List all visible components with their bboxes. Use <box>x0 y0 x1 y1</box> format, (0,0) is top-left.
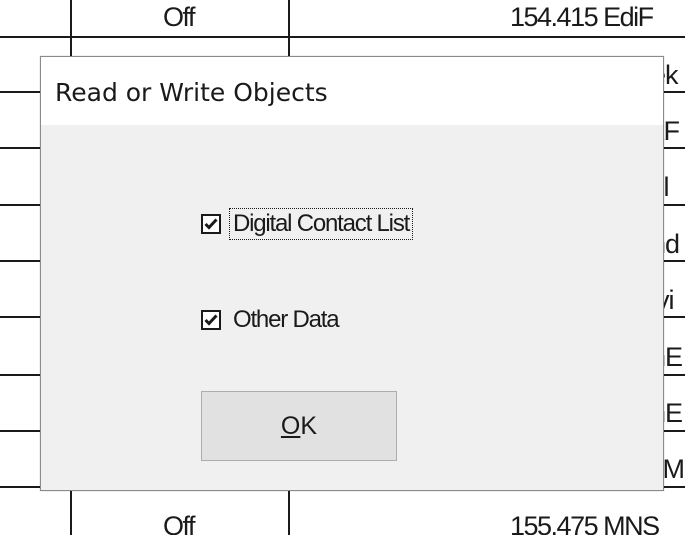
read-write-objects-dialog: Read or Write Objects Digital Contact Li… <box>40 56 664 491</box>
dialog-title: Read or Write Objects <box>55 78 328 107</box>
ok-label-rest: K <box>300 411 318 440</box>
digital-contact-list-label[interactable]: Digital Contact List <box>228 208 414 240</box>
checkmark-icon <box>204 314 218 326</box>
digital-contact-list-option[interactable]: Digital Contact List <box>201 207 414 241</box>
digital-contact-list-checkbox[interactable] <box>201 214 221 234</box>
table-cell: 155.475 MNS <box>510 511 660 535</box>
ok-mnemonic: O <box>280 411 301 440</box>
other-data-option[interactable]: Other Data <box>201 303 341 337</box>
other-data-label[interactable]: Other Data <box>230 305 341 335</box>
dialog-title-bar[interactable]: Read or Write Objects <box>41 57 663 125</box>
ok-button-label: OK <box>281 412 317 441</box>
table-cell: Off <box>163 511 196 535</box>
table-cell: 154.415 EdiF <box>510 2 654 32</box>
table-cell: Off <box>163 2 196 32</box>
other-data-checkbox[interactable] <box>201 310 221 330</box>
checkmark-icon <box>204 218 218 230</box>
table-row-divider <box>0 36 685 38</box>
ok-button[interactable]: OK <box>201 391 397 461</box>
screen: Off 154.415 EdiF ek kF sl nd ivi nE nE l… <box>0 0 685 535</box>
